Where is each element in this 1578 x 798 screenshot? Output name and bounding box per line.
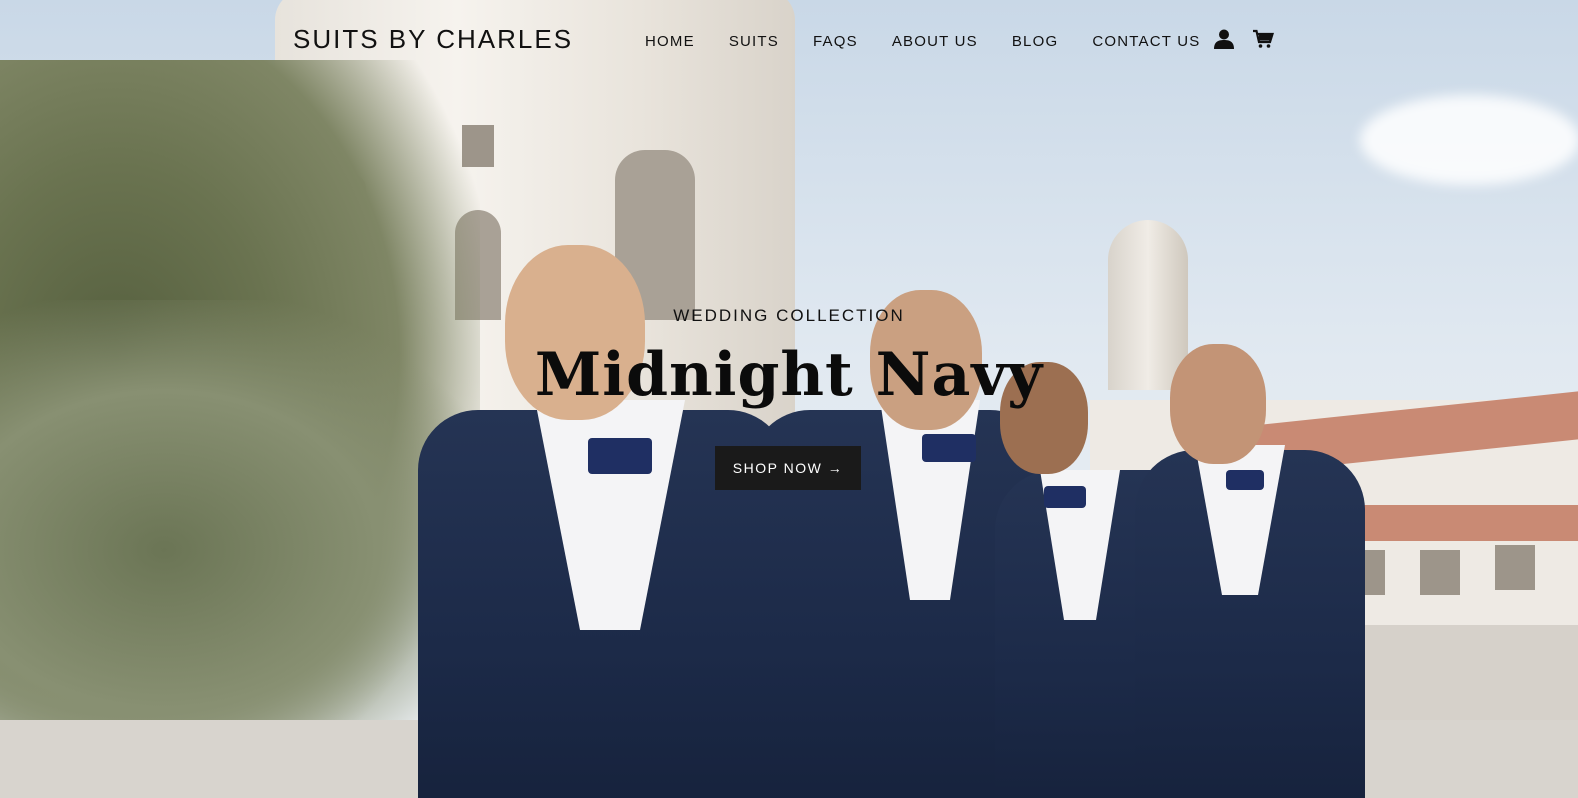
- nav-home[interactable]: HOME: [645, 33, 695, 50]
- building-window: [1495, 545, 1535, 590]
- building-window: [1420, 550, 1460, 595]
- hero-eyebrow: WEDDING COLLECTION: [673, 306, 905, 325]
- site-header: SUITS BY CHARLES HOME SUITS FAQS ABOUT U…: [0, 0, 1578, 80]
- shop-now-button[interactable]: SHOP NOW →: [715, 446, 861, 490]
- nav-suits[interactable]: SUITS: [729, 33, 779, 50]
- account-icon[interactable]: [1213, 28, 1235, 50]
- nav-faqs[interactable]: FAQS: [813, 33, 858, 50]
- main-nav: HOME SUITS FAQS ABOUT US BLOG CONTACT US: [645, 33, 1234, 50]
- nav-about-us[interactable]: ABOUT US: [892, 33, 978, 50]
- bow-tie: [922, 434, 976, 462]
- bow-tie: [1044, 486, 1086, 508]
- hero-title: Midnight Navy: [534, 340, 1044, 410]
- site-logo[interactable]: SUITS BY CHARLES: [293, 24, 573, 55]
- nav-contact-us[interactable]: CONTACT US: [1092, 33, 1200, 50]
- bow-tie: [588, 438, 652, 474]
- nav-blog[interactable]: BLOG: [1012, 33, 1058, 50]
- cart-icon[interactable]: [1252, 28, 1274, 50]
- bow-tie: [1226, 470, 1264, 490]
- cloud: [1360, 95, 1578, 185]
